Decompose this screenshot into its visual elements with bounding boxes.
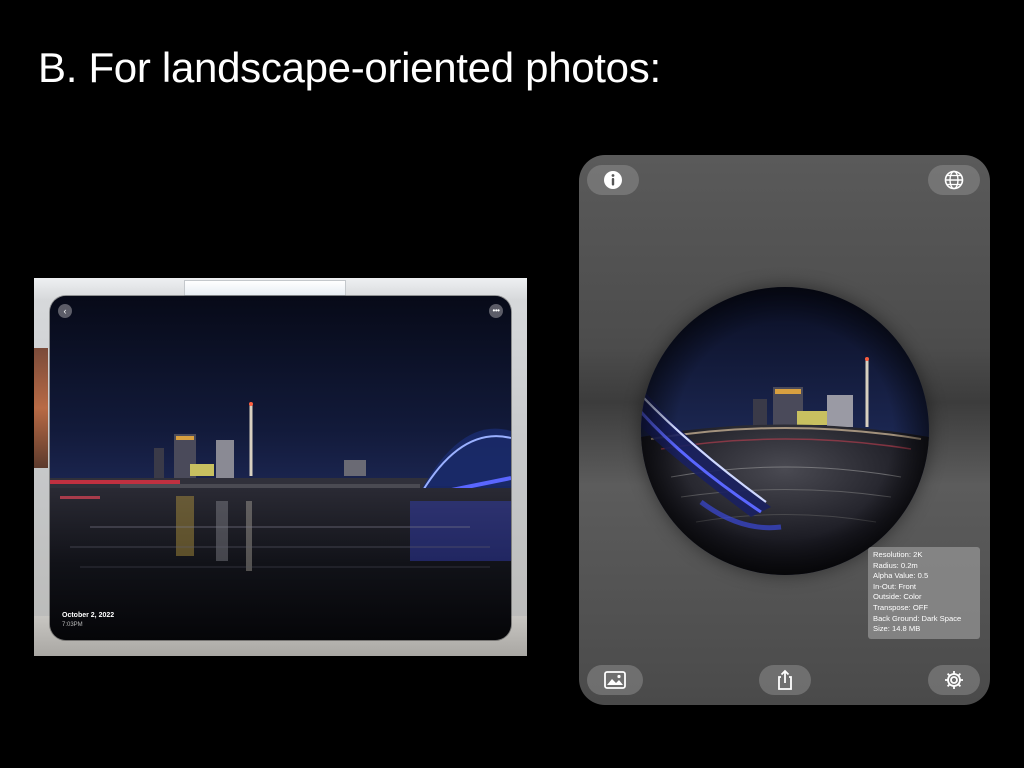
globe-button[interactable] <box>928 165 980 195</box>
night-river-photo <box>50 296 511 640</box>
photo-time: 7:03PM <box>62 622 83 628</box>
room-skylight <box>184 280 346 296</box>
slide-title: B. For landscape-oriented photos: <box>38 44 661 91</box>
photo-library-button[interactable] <box>587 665 643 695</box>
info-in-out: In-Out: Front <box>873 581 917 591</box>
info-resolution: Resolution: 2K <box>873 550 923 559</box>
photo-date: October 2, 2022 <box>62 612 115 619</box>
share-button[interactable] <box>759 665 811 695</box>
info-outside: Outside: Color <box>873 592 922 602</box>
globe-icon <box>944 170 964 190</box>
settings-button[interactable] <box>928 665 980 695</box>
photo-window: ‹ ••• October 2, 2022 7:03PM <box>50 296 511 640</box>
ellipsis-icon[interactable]: ••• <box>489 304 503 318</box>
info-radius: Radius: 0.2m <box>873 560 918 570</box>
info-transpose: Transpose: OFF <box>873 602 928 612</box>
sphere-photo-projection <box>641 287 929 575</box>
photo-library-icon <box>604 671 626 689</box>
info-icon <box>604 171 622 189</box>
chevron-left-icon[interactable]: ‹ <box>58 304 72 318</box>
gear-icon <box>945 671 963 689</box>
sphere-viewer-window: Resolution: 2K Radius: 0.2m Alpha Value:… <box>579 155 990 705</box>
sphere-info-panel: Resolution: 2K Radius: 0.2m Alpha Value:… <box>868 547 980 639</box>
info-size: Size: 14.8 MB <box>873 624 921 634</box>
info-button[interactable] <box>587 165 639 195</box>
info-alpha: Alpha Value: 0.5 <box>873 571 929 581</box>
info-background: Back Ground: Dark Space <box>873 613 962 623</box>
wall-artwork <box>34 348 48 468</box>
photo-sphere[interactable] <box>641 287 929 575</box>
share-icon <box>778 669 792 690</box>
